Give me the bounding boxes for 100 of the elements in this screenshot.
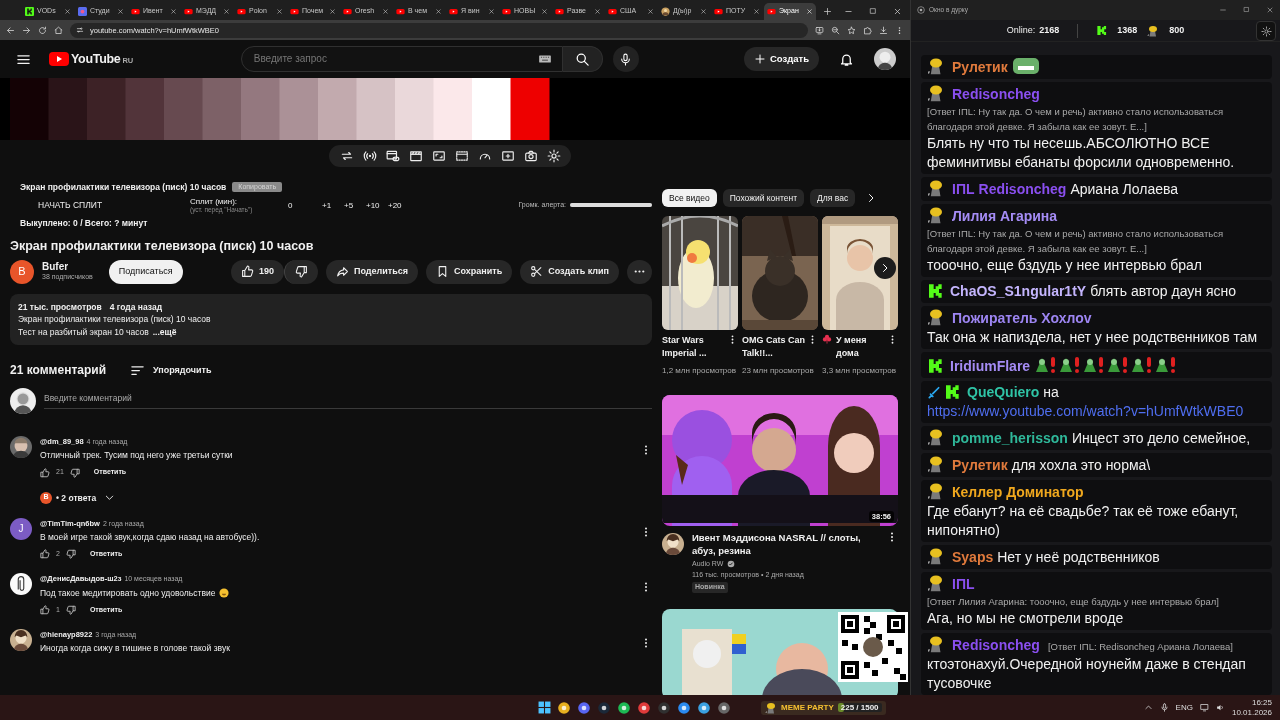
username[interactable]: Келлер Доминатор	[952, 484, 1084, 500]
close-icon[interactable]	[223, 8, 230, 15]
new-tab-icon[interactable]	[823, 7, 832, 16]
start-split-button[interactable]: НАЧАТЬ СПЛИТ	[20, 200, 190, 211]
download-icon[interactable]	[879, 25, 888, 35]
close-icon[interactable]	[488, 8, 495, 15]
bell-icon[interactable]	[839, 51, 854, 67]
search-box[interactable]: Введите запрос	[240, 46, 563, 72]
like-button[interactable]: 190	[230, 259, 284, 284]
repeat-icon[interactable]	[339, 149, 354, 163]
forward-icon[interactable]	[22, 25, 31, 35]
filter-chip[interactable]: Для вас	[810, 188, 856, 208]
create-button[interactable]: Создать	[743, 47, 819, 71]
increment-button[interactable]: +20	[388, 200, 410, 211]
username[interactable]: QueQuiero	[967, 384, 1040, 400]
message-link[interactable]: https://www.youtube.com/watch?v=hUmfWtkWBE0	[927, 403, 1244, 419]
dislike-icon[interactable]	[65, 549, 76, 560]
zoom-icon[interactable]	[831, 25, 840, 35]
monitor-icon[interactable]	[1199, 703, 1209, 712]
close-icon[interactable]	[541, 8, 548, 15]
search-field[interactable]: Введите запрос	[251, 52, 538, 66]
settings-icon[interactable]	[546, 149, 561, 163]
language-indicator[interactable]: ENG	[1175, 702, 1193, 713]
home-icon[interactable]	[54, 25, 63, 35]
username[interactable]: IridiumFlare	[950, 358, 1031, 374]
like-icon[interactable]	[40, 604, 50, 615]
dashed-frame-icon[interactable]	[454, 149, 469, 163]
filter-chip[interactable]: Похожий контент	[722, 188, 805, 208]
save-button[interactable]: Сохранить	[426, 259, 513, 284]
maximize-icon[interactable]	[1243, 6, 1250, 13]
clapperboard-icon[interactable]	[408, 149, 423, 163]
close-icon[interactable]	[647, 8, 654, 15]
app-icon[interactable]	[617, 700, 631, 715]
username[interactable]: Syaps	[952, 549, 994, 565]
add-box-icon[interactable]	[500, 149, 515, 163]
close-icon[interactable]	[64, 8, 71, 15]
description-panel[interactable]: 21 тыс. просмотров 4 года назад Экран профилактики телевизора (писк) 10 часов Тест на разбитый экран 10 часов ...ещё	[10, 293, 652, 346]
app-icon[interactable]	[597, 700, 611, 715]
star-icon[interactable]	[847, 25, 856, 35]
username[interactable]: IПL	[952, 181, 975, 197]
close-icon[interactable]	[753, 8, 760, 15]
signal-icon[interactable]	[362, 149, 377, 163]
close-icon[interactable]	[276, 8, 283, 15]
username[interactable]: Лилия Агарина	[952, 208, 1058, 224]
close-icon[interactable]	[594, 8, 601, 15]
app-icon[interactable]	[717, 700, 731, 715]
increment-button[interactable]: +10	[366, 200, 388, 211]
like-icon[interactable]	[40, 467, 50, 478]
clock[interactable]: 16:25 10.01.2026	[1231, 697, 1272, 718]
channel-avatar[interactable]: B	[10, 259, 34, 284]
install-icon[interactable]	[815, 25, 824, 35]
more-button[interactable]	[627, 259, 652, 284]
back-icon[interactable]	[6, 25, 15, 35]
close-icon[interactable]	[170, 8, 177, 15]
commenter-avatar[interactable]: J	[10, 517, 32, 540]
username[interactable]: ChaOS_S1ngular1tY	[950, 283, 1087, 299]
dislike-icon[interactable]	[69, 467, 80, 478]
app-icon[interactable]	[557, 700, 571, 715]
subscribe-button[interactable]: Подписаться	[108, 259, 183, 284]
close-icon[interactable]	[700, 8, 707, 15]
sort-button[interactable]: Упорядочить	[130, 363, 212, 379]
screen-eye-icon[interactable]	[385, 149, 400, 163]
extensions-icon[interactable]	[863, 25, 872, 35]
start-icon[interactable]	[538, 701, 551, 714]
app-icon[interactable]	[657, 700, 671, 715]
camera-icon[interactable]	[523, 149, 538, 163]
dislike-icon[interactable]	[65, 604, 76, 615]
app-icon[interactable]	[677, 700, 691, 715]
more-link[interactable]: ...ещё	[152, 326, 177, 337]
channel-name[interactable]: Bufer	[42, 261, 93, 274]
username[interactable]: Redisoncheg	[952, 637, 1040, 653]
app-icon[interactable]	[577, 700, 591, 715]
replies-toggle[interactable]: • 2 ответа	[56, 492, 116, 504]
settings-button[interactable]	[1256, 21, 1276, 41]
close-icon[interactable]	[117, 8, 124, 15]
chevron-up-icon[interactable]	[1143, 703, 1153, 712]
username[interactable]: IПL	[952, 576, 975, 592]
clip-button[interactable]: Создать клип	[520, 259, 619, 284]
close-icon[interactable]	[435, 8, 442, 15]
close-icon[interactable]	[893, 7, 902, 16]
mention[interactable]: Redisoncheg	[978, 181, 1067, 197]
video-title[interactable]: Ивент Мэддисона NASRAL // слоты, абуз, резина	[692, 530, 878, 557]
username[interactable]: Redisoncheg	[952, 86, 1040, 102]
share-button[interactable]: Поделиться	[325, 259, 418, 284]
username[interactable]: pomme_herisson	[952, 430, 1068, 446]
username[interactable]: Пожиратель Хохлоv	[952, 310, 1092, 326]
comment-field[interactable]: Введите комментарий	[44, 393, 652, 409]
maximize-icon[interactable]	[869, 7, 877, 15]
volume-slider[interactable]	[570, 203, 652, 208]
increment-button[interactable]: +1	[322, 200, 344, 211]
filter-chip[interactable]: Все видео	[662, 188, 717, 208]
app-icon[interactable]	[637, 700, 651, 715]
site-info-icon[interactable]	[76, 26, 84, 34]
like-icon[interactable]	[40, 549, 50, 560]
short-title[interactable]: Star Wars Imperial ...	[662, 334, 727, 360]
username[interactable]: Рулетик	[952, 59, 1008, 75]
dislike-button[interactable]	[283, 259, 318, 284]
username[interactable]: Рулетик	[952, 457, 1008, 473]
speaker-icon[interactable]	[1215, 703, 1225, 712]
close-icon[interactable]	[1266, 6, 1274, 14]
